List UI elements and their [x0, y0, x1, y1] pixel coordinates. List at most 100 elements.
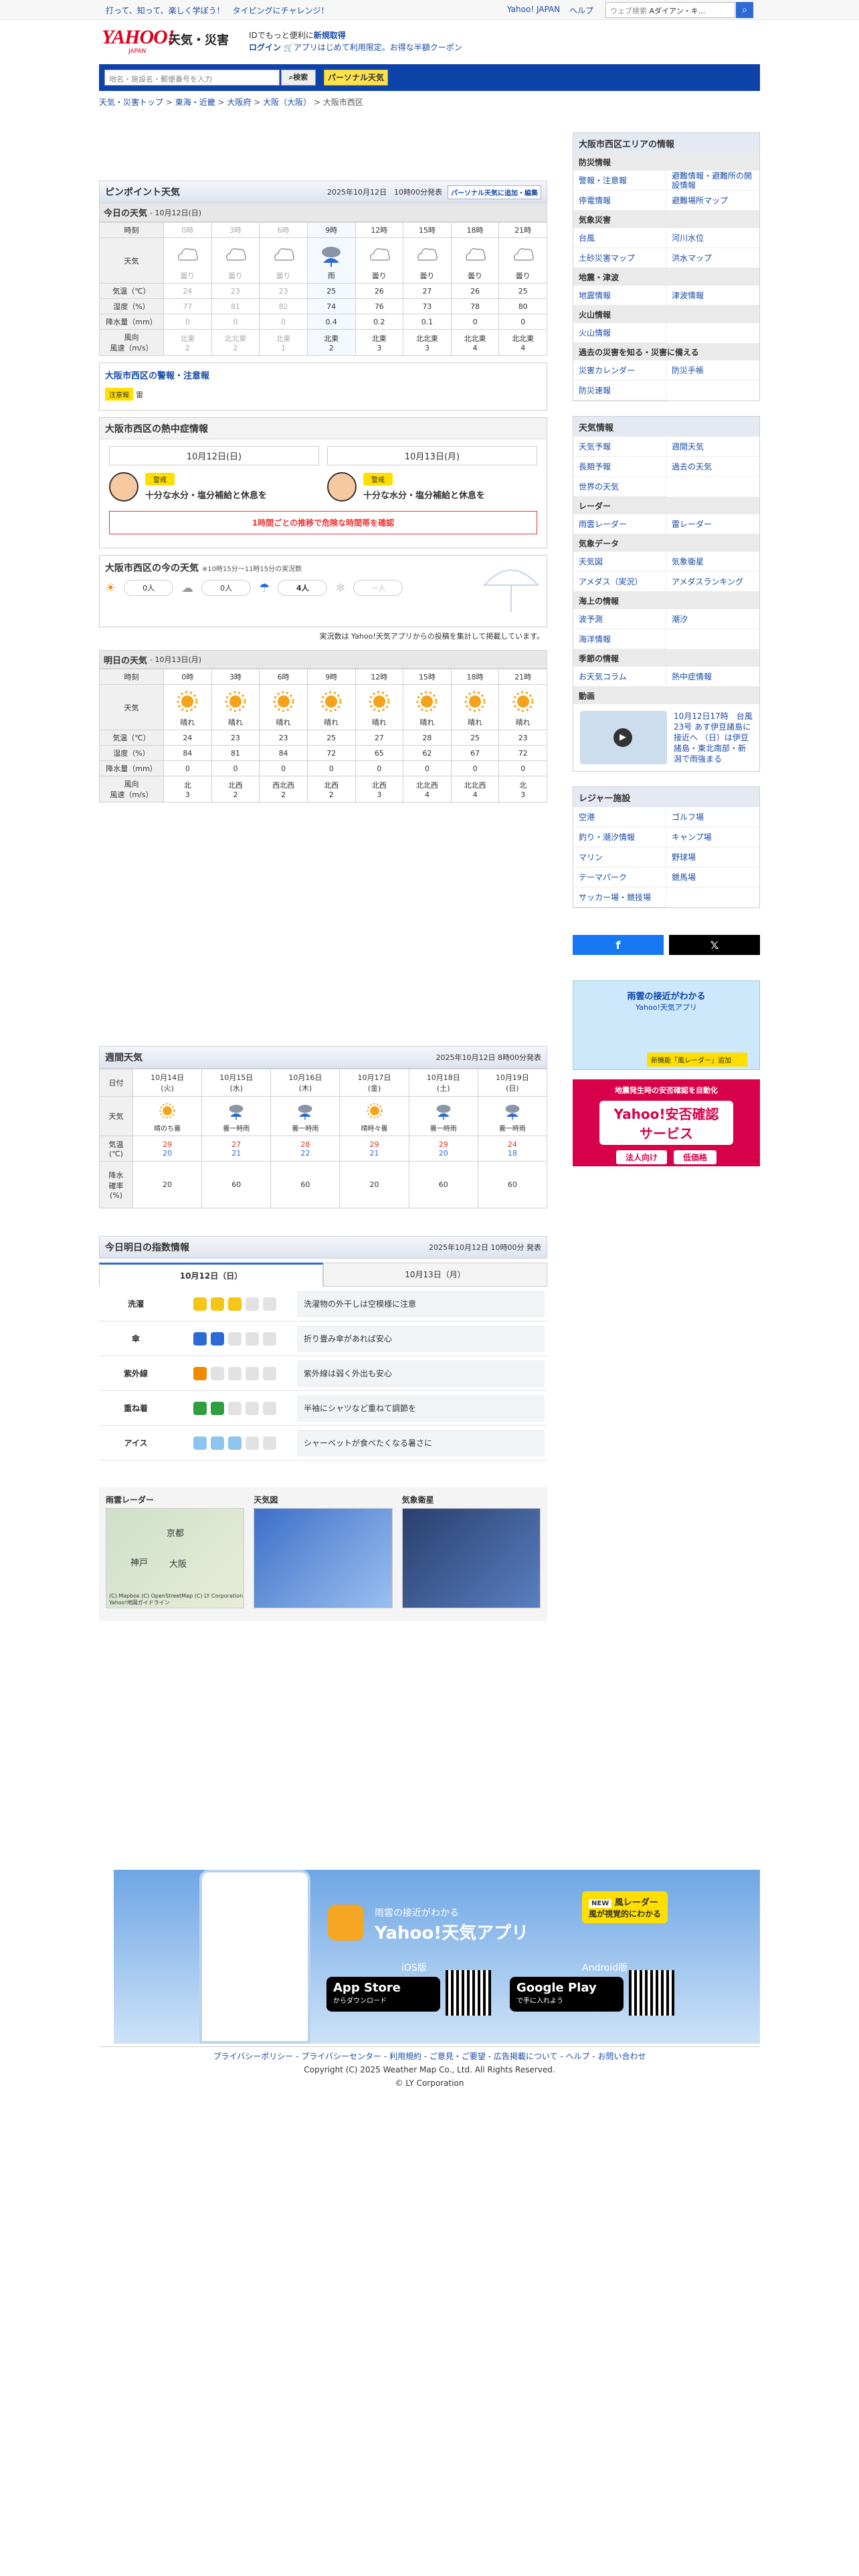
side-link[interactable]: ゴルフ場 [666, 807, 759, 827]
side-link[interactable]: 河川水位 [666, 228, 759, 248]
side-link[interactable]: 停電情報 [573, 191, 666, 211]
location-search-button[interactable]: ⌕検索 [281, 70, 316, 86]
week-temp-cell: 29 20 [408, 1136, 478, 1162]
footer-links[interactable]: プライバシーポリシー - プライバシーセンター - 利用規約 - ご意見・ご要望… [99, 2050, 760, 2063]
index-row: 紫外線 紫外線は弱く外出も安心 [99, 1356, 547, 1391]
location-search-input[interactable]: 地名・施設名・郵便番号を入力 [104, 70, 280, 86]
x-share-icon[interactable]: 𝕏 [669, 935, 760, 955]
side-link[interactable]: マリン [573, 847, 666, 867]
radar-map[interactable]: 雨雲レーダー 京都 神戸 大阪 (C) Mapbox (C) OpenStreetMap… [106, 1494, 245, 1614]
week-pop-cell: 60 [477, 1161, 548, 1208]
safety-ad-banner[interactable]: 地震発生時の安否確認を自動化 Yahoo!安否確認 サービス 法人向け 低価格 [573, 1079, 760, 1166]
signup-link[interactable]: 新規取得 [314, 31, 346, 40]
side-link[interactable]: 災害カレンダー [573, 360, 666, 381]
side-link[interactable]: 野球場 [666, 847, 759, 867]
side-link[interactable]: 釣り・潮汐情報 [573, 827, 666, 847]
index-level-icon [173, 1436, 297, 1450]
side-link[interactable]: 海洋情報 [573, 629, 666, 649]
side-link[interactable]: サッカー場・競技場 [573, 887, 666, 907]
side-link[interactable]: 防災速報 [573, 381, 666, 401]
tab-today[interactable]: 10月12日（日） [99, 1263, 323, 1287]
yahoo-japan-link[interactable]: Yahoo! JAPAN [507, 5, 560, 16]
hour-cell: 21時 [498, 222, 547, 238]
humid-cell: 84 [259, 745, 308, 761]
wind-cell: 北3 [498, 776, 547, 802]
side-link[interactable]: 地震情報 [573, 286, 666, 306]
side-link[interactable]: 火山情報 [573, 323, 666, 343]
side-link[interactable]: 潮汐 [666, 609, 759, 629]
side-link[interactable]: 長期予報 [573, 457, 666, 477]
side-link[interactable]: 週間天気 [666, 437, 759, 457]
week-pop-cell: 20 [132, 1161, 203, 1208]
yahoo-logo[interactable]: YAHOO! JAPAN [102, 27, 175, 56]
login-link[interactable]: ログイン [249, 43, 281, 52]
side-link[interactable]: 避難場所マップ [666, 191, 759, 211]
crumb-pref[interactable]: 大阪府 [227, 98, 251, 107]
side-link[interactable]: 気象衛星 [666, 552, 759, 572]
sidebar: 大阪市西区エリアの情報 防災情報 警報・注意報 避難情報・避難所の開設情報 停電情報 避難… [573, 132, 760, 1166]
rain-cell: 0 [211, 314, 260, 330]
weather-cell: 晴れ [211, 684, 260, 730]
crumb-area[interactable]: 大阪（大阪） [263, 98, 311, 107]
side-link[interactable]: 雨雲レーダー [573, 514, 666, 534]
typing-promo-link[interactable]: 打って、知って、楽しく学ぼう！ タイピングにチャレンジ！ [106, 5, 328, 16]
help-link[interactable]: ヘルプ [569, 5, 593, 16]
tab-tomorrow[interactable]: 10月13日（月） [323, 1263, 547, 1287]
weekly-table: 日付 10月14日 (火) 10月15日 (水) 10月16日 (木) 10月17日 (… [99, 1069, 548, 1208]
crumb-top[interactable]: 天気・災害トップ [99, 98, 163, 107]
week-date-cell: 10月16日 (木) [270, 1069, 341, 1097]
heat-hourly-button[interactable]: 1時間ごとの推移で危険な時間帯を確認 [109, 511, 537, 534]
side-link[interactable]: 天気予報 [573, 437, 666, 457]
side-link[interactable]: 台風 [573, 228, 666, 248]
side-link[interactable]: キャンプ場 [666, 827, 759, 847]
hour-cell: 6時 [259, 669, 308, 685]
service-brand[interactable]: 天気・災害 [169, 31, 229, 48]
app-ad-banner[interactable]: 雨雲の接近がわかる Yahoo!天気アプリ 新機能「風レーダー」追加 [573, 980, 760, 1070]
humid-cell: 80 [498, 298, 547, 314]
satellite-map[interactable]: 気象衛星 [401, 1494, 541, 1614]
side-link[interactable]: 土砂災害マップ [573, 248, 666, 268]
side-link[interactable]: 雷レーダー [666, 514, 759, 534]
side-link[interactable]: 津波情報 [666, 286, 759, 306]
side-link[interactable]: 防災手帳 [666, 360, 759, 381]
web-search-button[interactable]: ⌕ [736, 2, 753, 18]
weather-cell: 曇り [211, 237, 260, 284]
side-link[interactable]: アメダスランキング [666, 572, 759, 592]
personal-weather-button[interactable]: パーソナル天気 [324, 70, 388, 86]
side-link[interactable]: 波予測 [573, 609, 666, 629]
side-link[interactable]: 洪水マップ [666, 248, 759, 268]
hour-cell: 12時 [355, 222, 404, 238]
week-date-cell: 10月19日 (日) [477, 1069, 548, 1097]
personal-add-button[interactable]: パーソナル天気に追加・編集 [448, 185, 541, 199]
face-icon [109, 472, 138, 502]
side-link[interactable]: 熱中症情報 [666, 667, 759, 687]
weather-cell: 曇り [259, 237, 308, 284]
cloud-icon [466, 248, 486, 261]
weather-chart-map[interactable]: 天気図 [254, 1494, 393, 1614]
side-link[interactable]: お天気コラム [573, 667, 666, 687]
alert-title-link[interactable]: 大阪市西区の警報・注意報 [105, 371, 209, 381]
side-link[interactable]: 空港 [573, 807, 666, 827]
side-link[interactable]: テーマパーク [573, 867, 666, 887]
app-big-banner[interactable]: 雨雲の接近がわかる Yahoo!天気アプリ NEW 風レーダー 風が視覚的にわか… [114, 1870, 760, 2044]
week-temp-cell: 24 18 [477, 1136, 548, 1162]
alert-badge[interactable]: 注意報 [105, 388, 133, 401]
rain-icon [505, 1105, 520, 1120]
side-link[interactable]: 天気図 [573, 552, 666, 572]
google-play-button[interactable]: Google Play で手に入れよう [510, 1977, 624, 2012]
side-link[interactable]: 警報・注意報 [573, 171, 666, 191]
search-icon: ⌕ [742, 5, 747, 15]
side-link[interactable]: 過去の天気 [666, 457, 759, 477]
side-link[interactable]: 世界の天気 [573, 477, 666, 497]
web-search-input[interactable]: ウェブ検索 Aダイアン・キ... [605, 2, 735, 18]
facebook-share-icon[interactable]: f [573, 935, 664, 955]
side-link[interactable]: アメダス（実況） [573, 572, 666, 592]
side-link[interactable]: 避難情報・避難所の開設情報 [666, 171, 759, 191]
app-store-button[interactable]: App Store からダウンロード [326, 1977, 440, 2012]
crumb-region[interactable]: 東海・近畿 [175, 98, 215, 107]
yahoo-weather-app-icon [328, 1905, 364, 1941]
side-link[interactable]: 競馬場 [666, 867, 759, 887]
share-buttons: f 𝕏 [573, 935, 760, 955]
video-item[interactable]: ▶ 10月12日17時 台風23号 あす伊豆諸島に接近へ （日）は伊豆諸島・東北南… [573, 704, 759, 771]
rain-cell: 0.1 [403, 314, 452, 330]
